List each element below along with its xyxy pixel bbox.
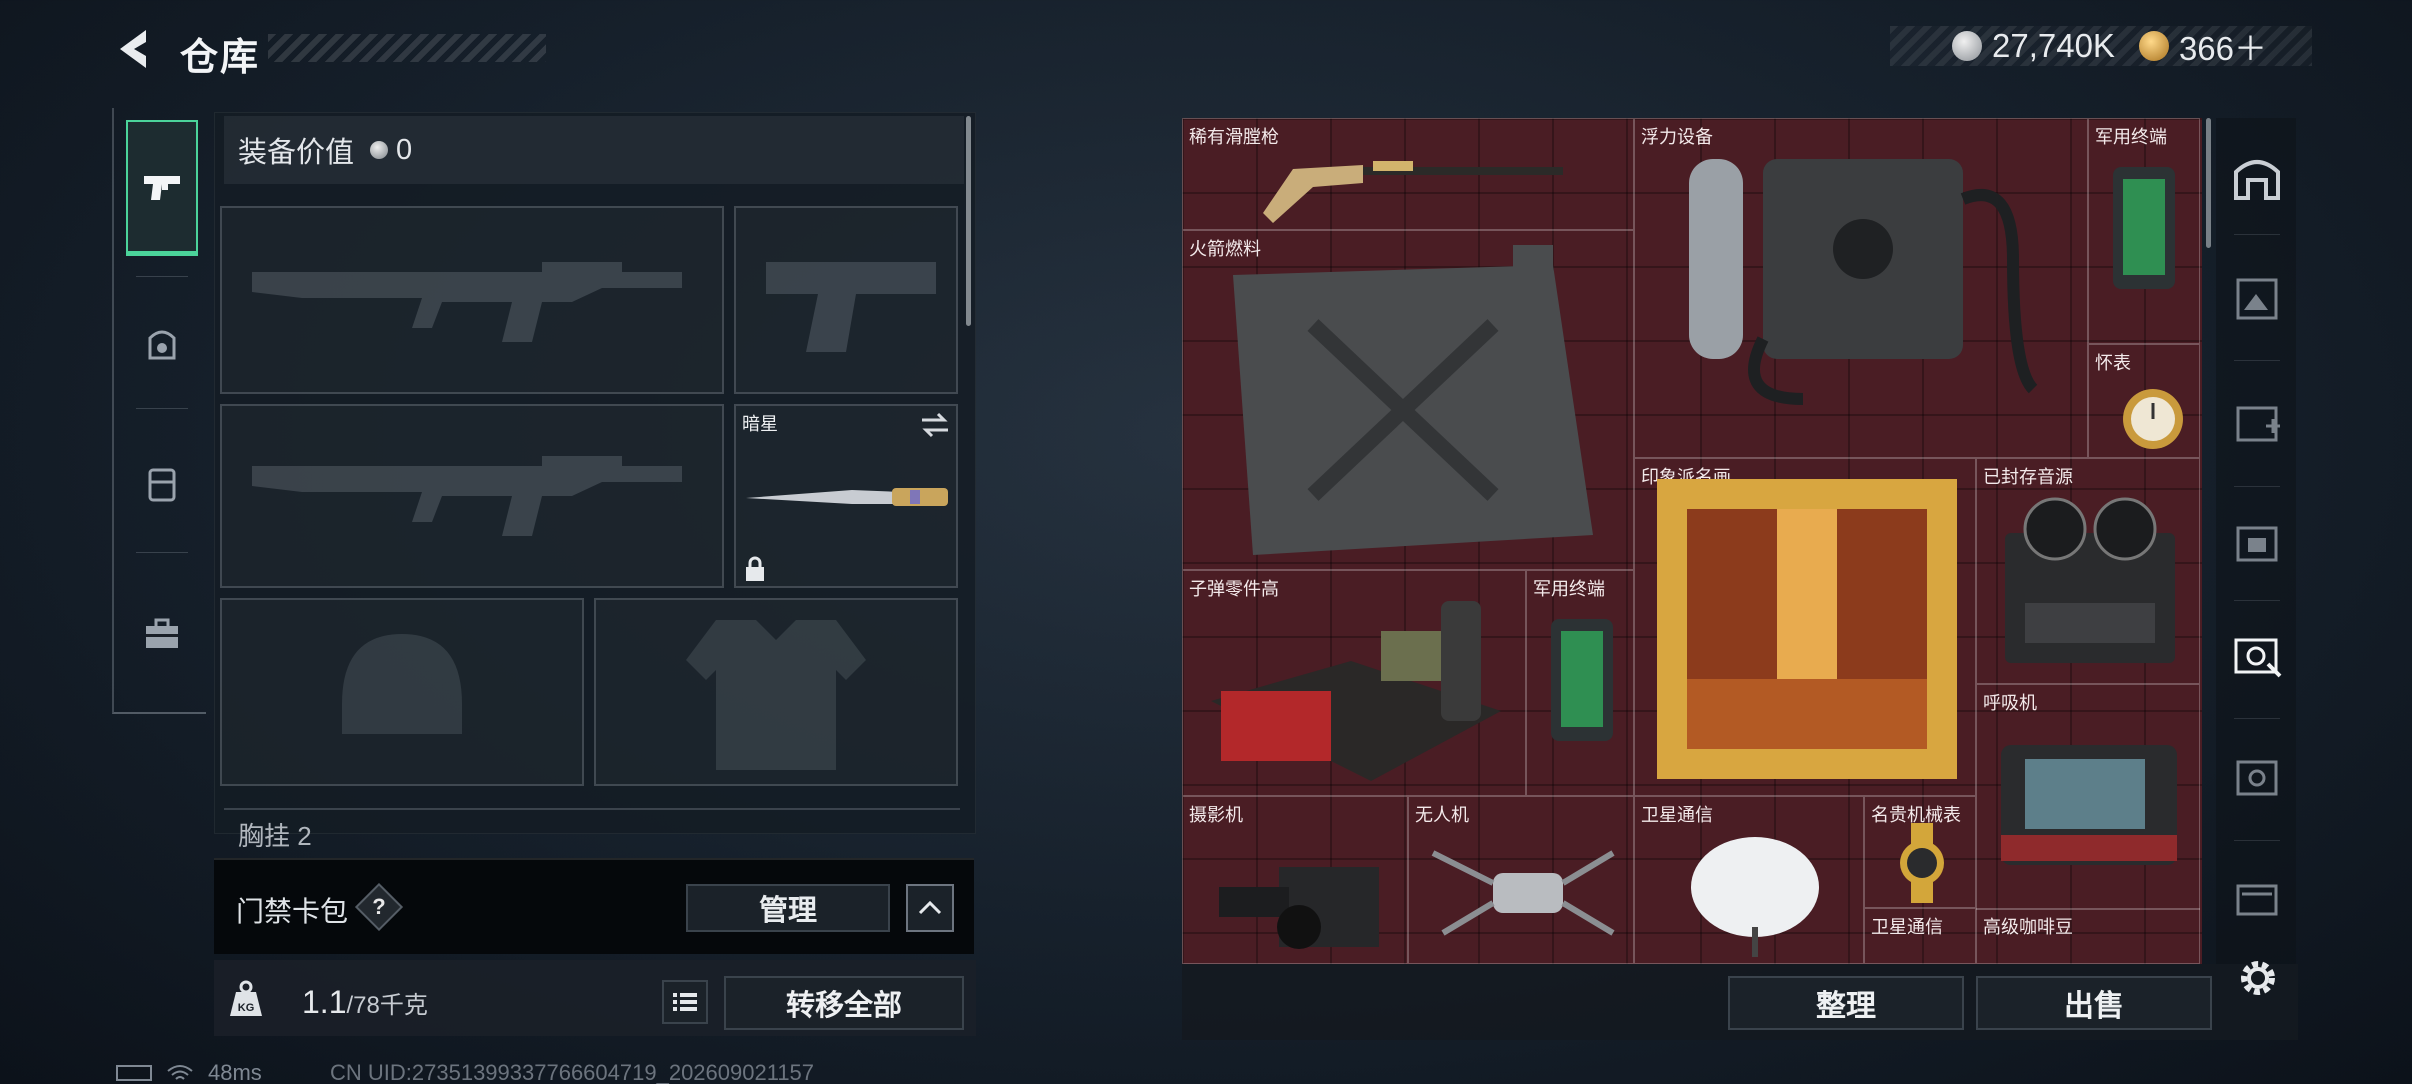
sort-button[interactable]: 整理 <box>1728 976 1964 1030</box>
equipment-scrollbar[interactable] <box>966 116 971 326</box>
list-view-button[interactable] <box>662 980 708 1024</box>
access-card-label: 门禁卡包 <box>236 896 349 927</box>
storage-item-military-terminal[interactable]: 军用终端 <box>2088 118 2200 344</box>
armor-silhouette-icon <box>686 620 866 770</box>
tape-recorder-icon <box>2005 497 2175 663</box>
fuel-can-icon <box>1233 245 1593 555</box>
storage-item-ammo-parts[interactable]: 子弹零件高 <box>1182 570 1526 796</box>
storage-home-icon[interactable] <box>2230 150 2284 204</box>
storage-tab-3-icon[interactable] <box>2230 870 2284 924</box>
storage-item-rocket-fuel[interactable]: 火箭燃料 <box>1182 230 1634 570</box>
ammo-parts-icon <box>1211 601 1501 781</box>
sell-button[interactable]: 出售 <box>1976 976 2212 1030</box>
pistol-icon <box>144 175 180 200</box>
ping: 48ms <box>208 1060 262 1084</box>
svg-text:KG: KG <box>238 1002 255 1014</box>
storage-tab-4c-icon[interactable] <box>2230 750 2284 804</box>
nav-tab-armor[interactable] <box>126 308 198 380</box>
equipment-nav <box>112 108 206 714</box>
toolbox-icon <box>146 618 178 648</box>
equipment-value-row: 装备价值 0 <box>224 116 964 184</box>
silver-amount: 27,740K <box>1992 27 2115 64</box>
buoyancy-device-icon <box>1689 159 2038 405</box>
drone-icon <box>1431 850 1615 936</box>
lock-icon <box>746 556 764 581</box>
gold-amount[interactable]: 366＋ <box>2179 22 2267 70</box>
melee-slot[interactable]: 暗星 <box>734 404 958 588</box>
storage-tab-4b-icon[interactable] <box>2230 516 2284 570</box>
list-icon <box>673 993 697 1011</box>
storage-item-military-terminal-2[interactable]: 军用终端 <box>1526 570 1634 796</box>
weight-readout: 1.1/78千克 <box>302 984 428 1020</box>
pistol-silhouette-icon <box>766 262 936 352</box>
video-camera-icon <box>1219 867 1379 949</box>
terminal-icon <box>1551 619 1613 741</box>
painting-icon <box>1657 479 1957 779</box>
storage-item-ventilator[interactable]: 呼吸机 <box>1976 684 2200 910</box>
rifle-silhouette-icon <box>252 456 682 536</box>
storage-item-drone[interactable]: 无人机 <box>1408 796 1634 964</box>
back-arrow-icon[interactable] <box>112 26 158 72</box>
terminal-icon <box>2113 167 2175 289</box>
helmet-slot[interactable] <box>220 598 584 786</box>
ventilator-icon <box>2001 745 2177 865</box>
gear-icon[interactable] <box>2234 954 2282 1002</box>
knife-icon <box>746 488 948 506</box>
satellite-dish-icon <box>1691 837 1819 957</box>
storage-item-premium-coffee[interactable]: 高级咖啡豆 <box>1976 908 2200 964</box>
weight-kg-icon: KG <box>230 980 262 1016</box>
helmet-silhouette-icon <box>342 634 462 734</box>
storage-item-pocket-watch[interactable]: 怀表 <box>2088 344 2200 458</box>
storage-tab-active-icon[interactable] <box>2230 630 2284 684</box>
user-uid: CN UID:27351399337766604719_202609021157 <box>330 1060 815 1084</box>
storage-scrollbar[interactable] <box>2206 118 2211 248</box>
coin-icon <box>370 141 389 159</box>
battery-icon <box>116 1065 152 1081</box>
equipment-value-label: 装备价值 <box>238 137 355 169</box>
nav-tab-weapons[interactable] <box>126 120 198 256</box>
storage-item-musket[interactable]: 稀有滑膛枪 <box>1182 118 1634 230</box>
gold-coin-icon <box>2138 31 2169 61</box>
transfer-all-button[interactable]: 转移全部 <box>724 976 964 1030</box>
storage-item-satellite-comm-2[interactable]: 卫星通信 <box>1864 908 1976 964</box>
chevron-up-icon <box>918 900 942 915</box>
storage-item-sealed-audio[interactable]: 已封存音源 <box>1976 458 2200 684</box>
manage-button[interactable]: 管理 <box>686 884 890 932</box>
primary-weapon-slot[interactable] <box>220 206 724 394</box>
storage-item-satellite-comm[interactable]: 卫星通信 <box>1634 796 1864 964</box>
storage-item-impressionist-painting[interactable]: 印象派名画 <box>1634 458 1976 796</box>
storage-item-camera[interactable]: 摄影机 <box>1182 796 1408 964</box>
pocket-watch-icon <box>2123 389 2183 449</box>
storage-item-luxury-watch[interactable]: 名贵机械表 <box>1864 796 1976 908</box>
rifle-silhouette-icon <box>252 262 682 342</box>
helmet-icon <box>148 330 176 360</box>
nav-tab-backpack[interactable] <box>126 448 198 520</box>
title-decoration <box>268 34 546 62</box>
storage-tab-1-icon[interactable] <box>2230 272 2284 326</box>
musket-icon <box>1263 161 1563 223</box>
wifi-icon <box>167 1065 193 1080</box>
swap-icon[interactable] <box>920 412 950 438</box>
equipment-value-amount: 0 <box>396 133 413 166</box>
currency-bar: 27,740K 366＋ <box>1890 26 2312 67</box>
backpack-icon <box>148 468 176 502</box>
status-bar: 48ms <box>116 1060 262 1084</box>
silver-coin-icon <box>1952 31 1982 61</box>
melee-name: 暗星 <box>742 414 778 434</box>
chest-rig-label: 胸挂 2 <box>224 808 960 848</box>
storage-item-buoyancy-device[interactable]: 浮力设备 <box>1634 118 2088 458</box>
body-armor-slot[interactable] <box>594 598 958 786</box>
secondary-weapon-slot[interactable] <box>220 404 724 588</box>
nav-tab-toolbox[interactable] <box>126 598 198 670</box>
sidearm-slot[interactable] <box>734 206 958 394</box>
storage-tab-4a-icon[interactable] <box>2230 396 2284 450</box>
wristwatch-icon <box>1900 823 1944 903</box>
page-title: 仓库 <box>180 37 261 79</box>
expand-button[interactable] <box>906 884 954 932</box>
